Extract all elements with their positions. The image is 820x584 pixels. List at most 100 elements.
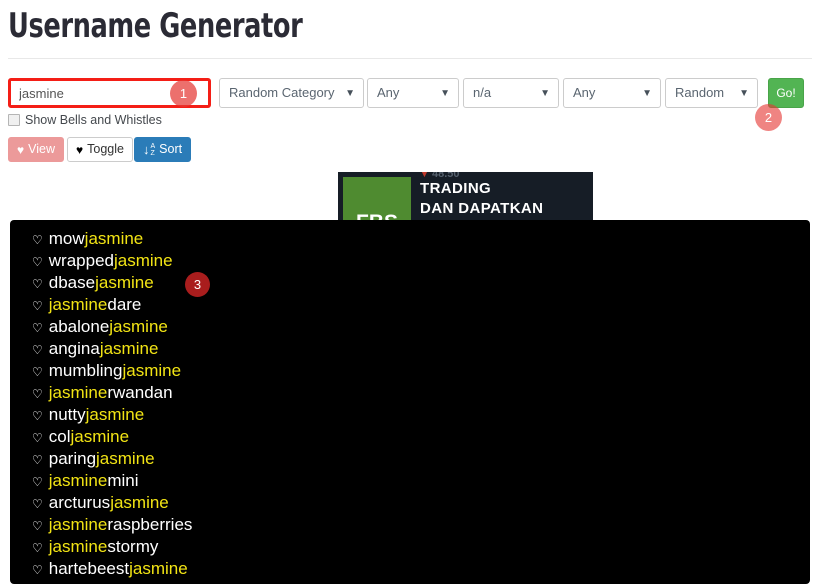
page-root: Username Generator Random Category ▼ Any… <box>0 0 820 584</box>
username-prefix: mumbling <box>48 361 123 380</box>
username-keyword: jasmine <box>96 449 155 468</box>
chevron-down-icon: ▼ <box>540 88 550 99</box>
length-select[interactable]: Any ▼ <box>367 78 459 108</box>
list-item[interactable]: ♡ coljasmine <box>10 426 810 448</box>
heart-outline-icon[interactable]: ♡ <box>32 537 43 559</box>
heart-outline-icon[interactable]: ♡ <box>32 515 43 537</box>
username-keyword: jasmine <box>110 493 169 512</box>
username-text: mowjasmine <box>49 228 144 250</box>
chevron-down-icon: ▼ <box>345 88 355 99</box>
order-select-value: Random <box>675 85 725 100</box>
annotation-badge-1: 1 <box>170 80 197 107</box>
heart-outline-icon[interactable]: ♡ <box>32 295 43 317</box>
show-bells-checkbox-row[interactable]: Show Bells and Whistles <box>8 113 162 127</box>
style-select[interactable]: Any ▼ <box>563 78 661 108</box>
username-text: arcturusjasmine <box>49 492 169 514</box>
username-text: paringjasmine <box>49 448 155 470</box>
show-bells-label: Show Bells and Whistles <box>25 113 162 127</box>
annotation-badge-3: 3 <box>185 272 210 297</box>
username-keyword: jasmine <box>85 405 145 424</box>
heart-outline-icon[interactable]: ♡ <box>32 405 43 427</box>
triangle-down-icon: ▼ <box>420 172 429 179</box>
heart-outline-icon[interactable]: ♡ <box>32 471 43 493</box>
heart-outline-icon[interactable]: ♡ <box>32 317 43 339</box>
username-text: coljasmine <box>49 426 129 448</box>
ad-logo-text: FBS <box>356 211 398 220</box>
heart-outline-icon[interactable]: ♡ <box>32 361 43 383</box>
results-panel: ♡ mowjasmine ♡ wrappedjasmine ♡ dbasejasmine ♡… <box>10 220 810 584</box>
heart-outline-icon[interactable]: ♡ <box>32 559 43 581</box>
chevron-down-icon: ▼ <box>440 88 450 99</box>
list-item[interactable]: ♡ arcturusjasmine <box>10 492 810 514</box>
username-keyword: jasmine <box>48 537 108 556</box>
show-bells-checkbox[interactable] <box>8 114 20 126</box>
sort-letter-z: Z <box>150 149 155 157</box>
list-item[interactable]: ♡ jasminedare <box>10 294 810 316</box>
category-select-value: Random Category <box>229 85 335 100</box>
username-keyword: jasmine <box>129 559 188 578</box>
length-select-value: Any <box>377 85 400 100</box>
username-text: hartebeestjasmine <box>49 558 188 580</box>
page-title: Username Generator <box>8 6 303 46</box>
username-text: abalonejasmine <box>49 316 168 338</box>
username-prefix: angina <box>48 339 100 358</box>
heart-outline-icon[interactable]: ♡ <box>32 339 43 361</box>
username-keyword: jasmine <box>109 317 168 336</box>
username-suffix: mini <box>107 471 139 490</box>
go-button[interactable]: Go! <box>768 78 804 108</box>
username-text: jasminestormy <box>49 536 159 558</box>
toggle-button-label: Toggle <box>87 142 124 156</box>
ad-banner[interactable]: ▼ 48.50 FBS TRADING DAN DAPATKAN PROFIT <box>338 172 593 220</box>
view-button[interactable]: ♥ View <box>8 137 64 162</box>
list-item[interactable]: ♡ hartebeestjasmine <box>10 558 810 580</box>
sort-alpha-down-icon: ↓ A Z <box>143 143 155 157</box>
list-item[interactable]: ♡ jasmineraspberries <box>10 514 810 536</box>
list-item[interactable]: ♡ jasminerwandan <box>10 382 810 404</box>
list-item[interactable]: ♡ mowjasmine <box>10 228 810 250</box>
numbers-select[interactable]: n/a ▼ <box>463 78 559 108</box>
heart-outline-icon[interactable]: ♡ <box>32 493 43 515</box>
list-item[interactable]: ♡ paringjasmine <box>10 448 810 470</box>
heart-outline-icon[interactable]: ♡ <box>32 383 43 405</box>
sort-button[interactable]: ↓ A Z Sort <box>134 137 192 162</box>
username-prefix: col <box>48 427 71 446</box>
view-button-label: View <box>28 142 55 156</box>
category-select[interactable]: Random Category ▼ <box>219 78 364 108</box>
username-text: anginajasmine <box>49 338 159 360</box>
username-text: dbasejasmine <box>49 272 154 294</box>
username-keyword: jasmine <box>48 383 108 402</box>
username-keyword: jasmine <box>48 515 108 534</box>
username-keyword: jasmine <box>48 295 108 314</box>
username-prefix: nutty <box>48 405 86 424</box>
heart-outline-icon[interactable]: ♡ <box>32 273 43 295</box>
username-keyword: jasmine <box>48 471 108 490</box>
heart-icon: ♥ <box>17 142 25 157</box>
heart-outline-icon[interactable]: ♡ <box>32 427 43 449</box>
numbers-select-value: n/a <box>473 85 492 100</box>
heart-outline-icon[interactable]: ♡ <box>32 229 43 251</box>
heart-icon: ♥ <box>76 142 84 157</box>
username-keyword: jasmine <box>84 229 144 248</box>
order-select[interactable]: Random ▼ <box>665 78 758 108</box>
annotation-badge-2: 2 <box>755 104 782 131</box>
username-text: wrappedjasmine <box>49 250 173 272</box>
list-item[interactable]: ♡ jasminestormy <box>10 536 810 558</box>
list-item[interactable]: ♡ wrappedjasmine <box>10 250 810 272</box>
list-item[interactable]: ♡ anginajasmine <box>10 338 810 360</box>
heart-outline-icon[interactable]: ♡ <box>32 449 43 471</box>
list-item[interactable]: ♡ abalonejasmine <box>10 316 810 338</box>
username-suffix: raspberries <box>107 515 193 534</box>
chevron-down-icon: ▼ <box>642 88 652 99</box>
username-text: jasminedare <box>49 294 142 316</box>
username-keyword: jasmine <box>113 251 173 270</box>
sort-button-label: Sort <box>159 142 183 156</box>
list-item[interactable]: ♡ nuttyjasmine <box>10 404 810 426</box>
heart-outline-icon[interactable]: ♡ <box>32 251 43 273</box>
toggle-button[interactable]: ♥ Toggle <box>67 137 133 162</box>
list-item[interactable]: ♡ dbasejasmine <box>10 272 810 294</box>
username-text: nuttyjasmine <box>49 404 144 426</box>
results-list: ♡ mowjasmine ♡ wrappedjasmine ♡ dbasejasmine ♡… <box>10 228 810 580</box>
list-item[interactable]: ♡ jasminemini <box>10 470 810 492</box>
list-item[interactable]: ♡ mumblingjasmine <box>10 360 810 382</box>
style-select-value: Any <box>573 85 596 100</box>
